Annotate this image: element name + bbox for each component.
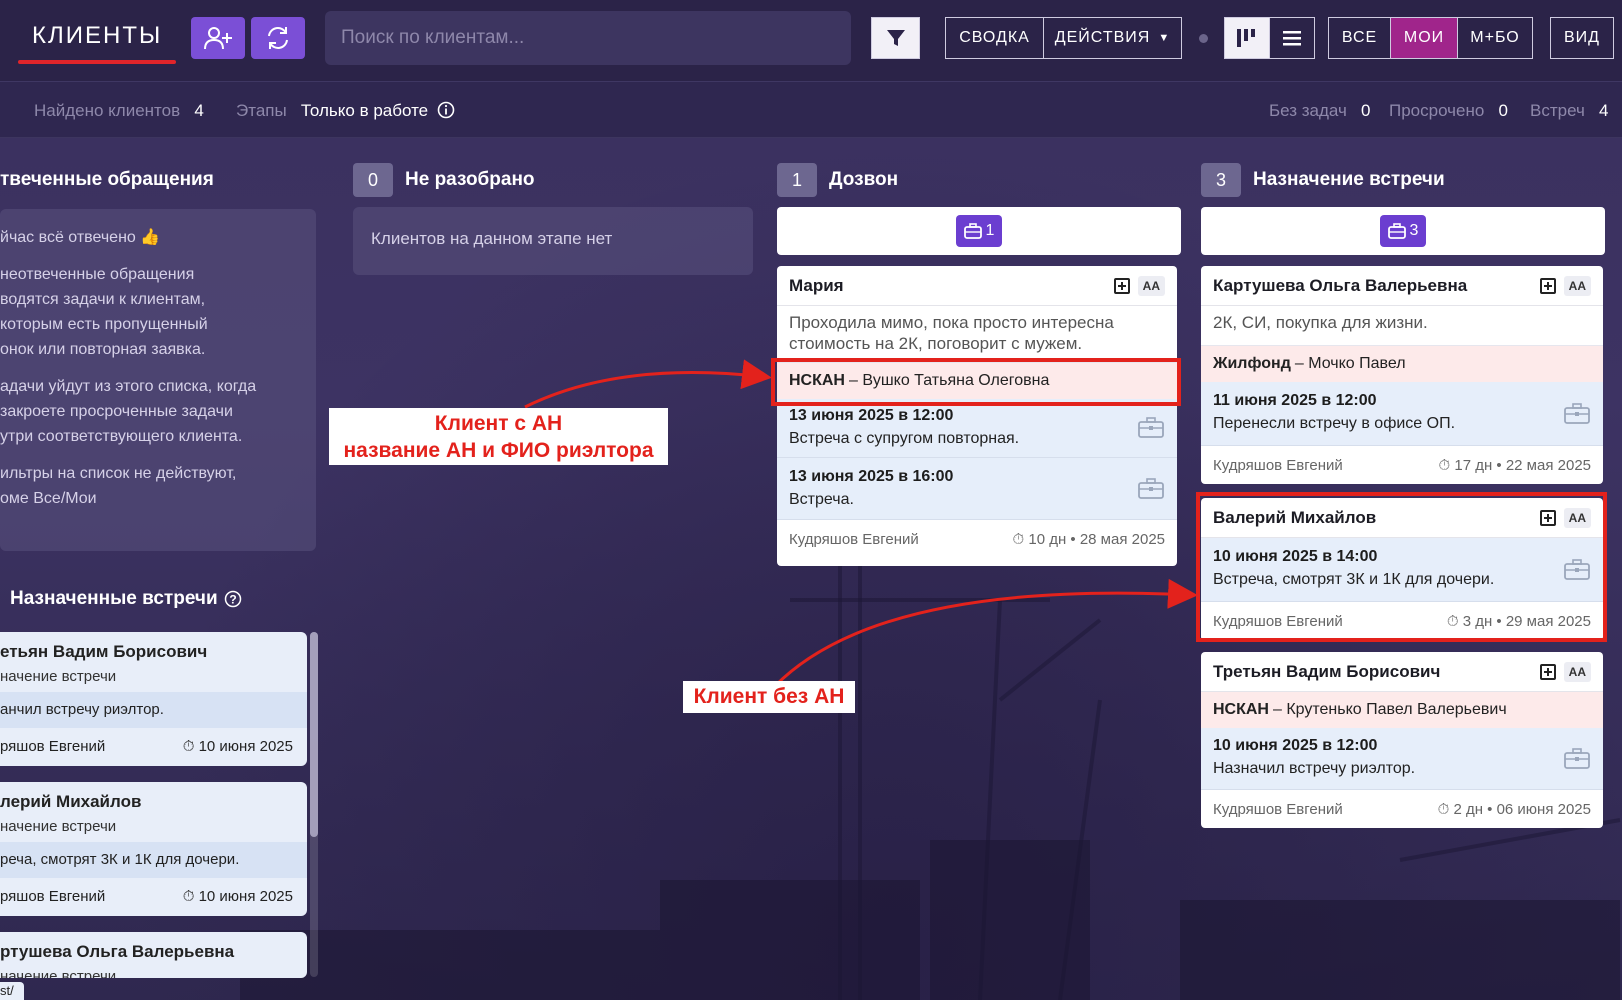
arrow-to-card-without-agency xyxy=(773,578,1198,688)
annotation-with-agency: Клиент с АН название АН и ФИО риэлтора xyxy=(329,408,668,465)
annotation-line: Клиент с АН xyxy=(434,412,563,435)
annotation-arrows xyxy=(524,359,1198,688)
annotation-without-agency: Клиент без АН xyxy=(683,681,855,713)
arrow-to-agency-row xyxy=(524,359,772,409)
annotation-line: название АН и ФИО риэлтора xyxy=(343,439,654,462)
